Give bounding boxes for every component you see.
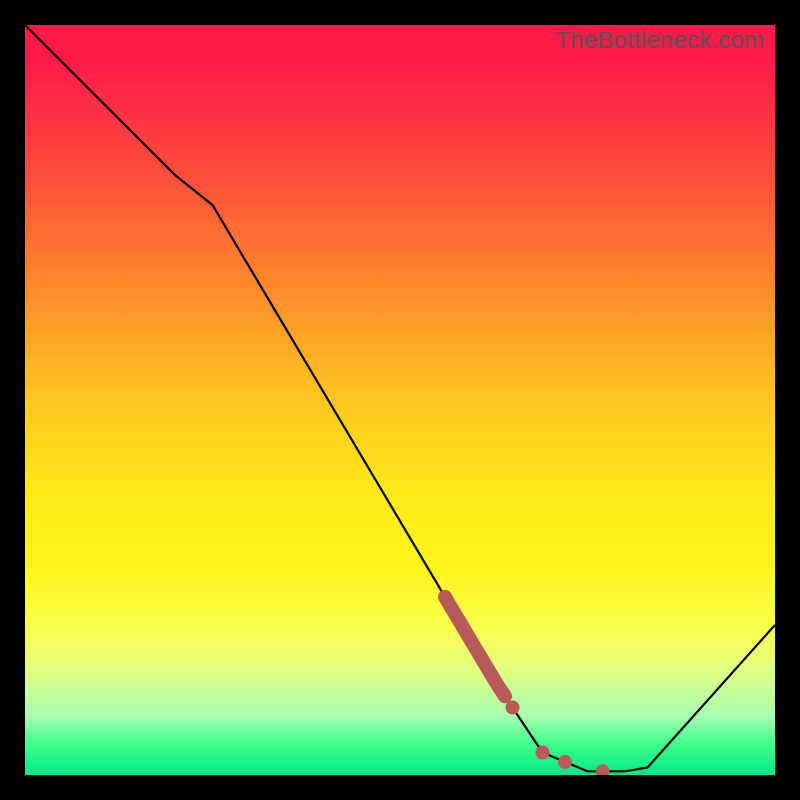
chart-svg xyxy=(25,25,775,775)
dot xyxy=(536,746,550,760)
dots-group xyxy=(506,701,610,776)
chart-container: TheBottleneck.com xyxy=(0,0,800,800)
curve-line xyxy=(25,25,775,771)
dot xyxy=(558,755,572,769)
highlight-segment xyxy=(445,597,505,696)
plot-area: TheBottleneck.com xyxy=(25,25,775,775)
dot xyxy=(596,764,610,775)
dot xyxy=(506,701,520,715)
